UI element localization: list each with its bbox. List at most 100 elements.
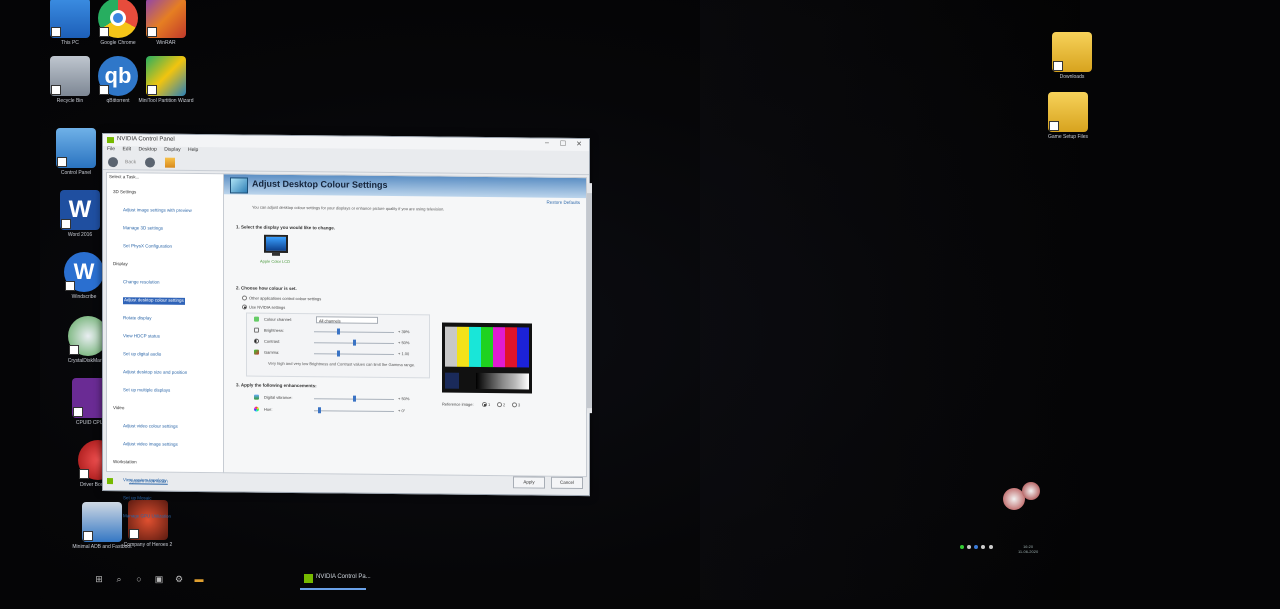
content-scrollbar[interactable] xyxy=(587,183,592,414)
tray-clock[interactable]: 16:20 11-06-2020 xyxy=(1018,544,1038,554)
menu-edit[interactable]: Edit xyxy=(122,146,131,152)
home-icon[interactable] xyxy=(165,157,175,168)
start-windows-icon[interactable]: ⊞ xyxy=(94,574,104,584)
winrar-icon xyxy=(146,0,186,38)
radio-nvidia-settings[interactable] xyxy=(242,304,247,310)
window-title: NVIDIA Control Panel xyxy=(117,136,175,143)
tree-item-label: 3D Settings xyxy=(113,189,137,195)
menu-display[interactable]: Display xyxy=(164,147,180,153)
page-banner: Adjust Desktop Colour Settings xyxy=(224,174,586,199)
forward-arrow-icon[interactable] xyxy=(145,157,155,168)
gamma-label: Gamma: xyxy=(264,349,280,355)
tree-item[interactable]: Adjust desktop size and position xyxy=(107,360,223,379)
test-pattern-bar xyxy=(505,327,517,368)
restore-defaults-link[interactable]: Restore Defaults xyxy=(546,200,580,205)
tree-item[interactable]: Adjust image settings with preview xyxy=(107,198,223,217)
brightness-slider-thumb[interactable] xyxy=(337,328,341,335)
test-pattern-bar xyxy=(493,327,505,368)
reference-image-radio-1[interactable] xyxy=(482,401,487,408)
shortcut-arrow-icon xyxy=(65,281,75,291)
test-pattern-gradient xyxy=(476,372,529,390)
desktop-icon-downloads[interactable]: Downloads xyxy=(1032,32,1112,80)
colour-channel-icon xyxy=(254,316,259,322)
tree-item[interactable]: Adjust video colour settings xyxy=(107,414,223,433)
monitor-stand xyxy=(272,252,280,256)
gamma-slider-thumb[interactable] xyxy=(337,350,341,357)
tree-category[interactable]: 3D Settings xyxy=(107,180,223,199)
hue-track[interactable] xyxy=(314,410,394,413)
tree-item[interactable]: Adjust video image settings xyxy=(107,432,223,451)
tree-item[interactable]: Manage GPU Utilization xyxy=(107,504,223,523)
tree-item[interactable]: Adjust desktop colour settings xyxy=(107,288,223,307)
minimize-button[interactable]: – xyxy=(539,140,555,147)
tray-icon-volume[interactable] xyxy=(988,545,993,549)
colour-channel-label: Colour channel: xyxy=(264,316,293,322)
tray-icon-green[interactable] xyxy=(960,545,964,549)
floating-widget-icon-2[interactable] xyxy=(1022,482,1040,500)
tray-icon-network[interactable] xyxy=(981,545,986,549)
tray-icon-bluetooth[interactable] xyxy=(974,545,979,549)
tree-item[interactable]: View system topology xyxy=(107,468,223,487)
apply-button[interactable]: Apply xyxy=(513,476,545,489)
system-information-link[interactable]: System Information xyxy=(129,478,168,483)
menu-desktop[interactable]: Desktop xyxy=(138,146,156,152)
radio-nvidia-settings-label: Use NVIDIA settings xyxy=(249,304,286,310)
shortcut-arrow-icon xyxy=(1053,61,1063,71)
monitor-icon[interactable] xyxy=(264,234,288,253)
tree-item-label: Set up digital audio xyxy=(123,351,162,357)
shortcut-arrow-icon xyxy=(57,157,67,167)
scrollbar-thumb[interactable] xyxy=(587,193,592,409)
taskbar-nvidia-item[interactable]: NVIDIA Control Pa... xyxy=(300,570,371,590)
menu-file[interactable]: File xyxy=(107,146,115,152)
tree-category[interactable]: Display xyxy=(107,252,223,271)
hue-slider-thumb[interactable] xyxy=(317,407,321,414)
back-arrow-icon[interactable] xyxy=(108,157,118,168)
reference-image-radio-2[interactable] xyxy=(497,402,502,408)
tree-item[interactable]: Rotate display xyxy=(107,306,223,325)
desktop-icon-games[interactable]: Game Setup Files xyxy=(1028,92,1108,140)
digital-vibrance-slider-thumb[interactable] xyxy=(353,395,356,402)
tray-icon-up[interactable] xyxy=(967,545,972,549)
tree-category[interactable]: Workstation xyxy=(107,450,223,469)
hue-label: Hue: xyxy=(264,406,273,412)
tree-category[interactable]: Video xyxy=(107,396,223,415)
wind-icon: W xyxy=(64,252,104,292)
tree-item[interactable]: Change resolution xyxy=(107,270,223,289)
radio-other-apps[interactable] xyxy=(242,295,247,301)
search-icon[interactable]: ⌕ xyxy=(114,574,124,584)
system-tray xyxy=(960,545,1060,559)
tree-item[interactable]: View HDCP status xyxy=(107,324,223,343)
tree-item[interactable]: Set PhysX Configuration xyxy=(107,234,223,253)
tree-item[interactable]: Set up multiple displays xyxy=(107,378,223,397)
desktop-icon-winrar[interactable]: WinRAR xyxy=(126,0,206,46)
close-button[interactable]: ✕ xyxy=(571,140,587,148)
brightness-value: + 39% xyxy=(398,329,410,335)
shortcut-arrow-icon xyxy=(129,529,139,539)
task-view-icon[interactable]: ○ xyxy=(134,574,144,584)
system-info-icon[interactable] xyxy=(107,478,113,485)
reference-image-radio-3[interactable] xyxy=(512,402,517,408)
tray-date: 11-06-2020 xyxy=(1018,549,1039,554)
test-pattern-bar xyxy=(457,326,469,367)
task-tree: Select a Task... 3D Settings Adjust image… xyxy=(106,172,224,519)
test-pattern-bar xyxy=(445,326,457,367)
cancel-button[interactable]: Cancel xyxy=(551,476,583,490)
tree-item[interactable]: Set up Mosaic xyxy=(107,486,223,505)
file-explorer-icon[interactable]: ▬ xyxy=(194,574,204,584)
tree-item[interactable]: Set up digital audio xyxy=(107,342,223,361)
colour-channel-select[interactable]: All channels xyxy=(316,316,378,324)
app-icon[interactable]: ▣ xyxy=(154,574,164,584)
display-name[interactable]: Apple Color LCD xyxy=(260,259,290,264)
tree-item[interactable]: Manage 3D settings xyxy=(107,216,223,235)
contrast-slider-thumb[interactable] xyxy=(353,339,356,346)
desktop-icon-mini[interactable]: MiniTool Partition Wizard xyxy=(126,56,206,104)
settings-gear-icon[interactable]: ⚙ xyxy=(174,574,184,584)
menu-help[interactable]: Help xyxy=(188,147,198,153)
back-label[interactable]: Back xyxy=(125,159,136,165)
maximize-button[interactable]: ☐ xyxy=(555,140,571,148)
test-pattern-bar xyxy=(517,327,529,368)
tree-item-label: Rotate display xyxy=(123,315,152,321)
shortcut-arrow-icon xyxy=(51,85,61,95)
reference-image-label: Reference image: xyxy=(442,401,474,407)
shortcut-arrow-icon xyxy=(99,27,109,37)
